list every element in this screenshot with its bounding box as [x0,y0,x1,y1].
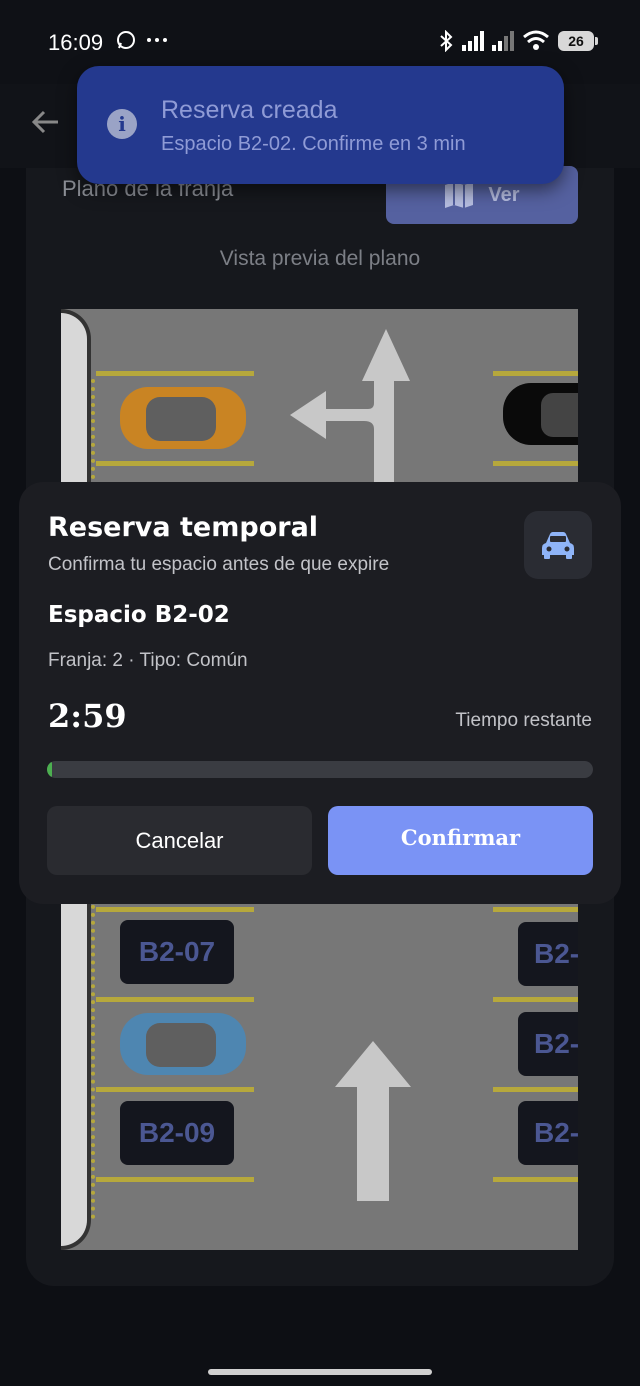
confirm-button[interactable]: Confirmar [328,806,593,875]
spot-label-right-2[interactable]: B2- [518,1012,578,1076]
spot-line [96,461,254,466]
spot-line [96,1087,254,1092]
timer-label: Tiempo restante [455,710,592,731]
spot-label-b2-07[interactable]: B2-07 [120,920,234,984]
straight-arrow-icon [335,1041,411,1201]
spot-line [96,907,254,912]
bluetooth-icon [440,30,453,52]
car-orange [120,387,246,449]
spot-line [96,371,254,376]
car-blue [120,1013,246,1075]
toast-title: Reserva creada [161,96,338,124]
car-badge [524,511,592,579]
signal-icon-2 [492,31,514,51]
countdown-progress [47,761,593,778]
more-icon [147,38,167,42]
spot-meta: Franja: 2 · Tipo: Común [48,650,248,671]
spot-line [96,1177,254,1182]
whatsapp-icon [117,31,135,49]
countdown-timer: 2:59 [48,697,127,735]
sheet-subtitle: Confirma tu espacio antes de que expire [48,554,390,575]
progress-fill [47,761,53,778]
wifi-icon [523,30,549,50]
home-indicator[interactable] [208,1369,432,1375]
status-notification-icons [116,30,168,50]
reservation-toast[interactable]: i Reserva creada Espacio B2-02. Confirme… [77,66,564,184]
info-icon: i [107,109,137,139]
toast-subtitle: Espacio B2-02. Confirme en 3 min [161,133,466,155]
battery-icon: 26 [558,31,598,51]
spot-line [493,1087,578,1092]
preview-label: Vista previa del plano [219,247,421,270]
reservation-sheet: Reserva temporal Confirma tu espacio ant… [19,482,621,904]
spot-line [96,997,254,1002]
curb-dots-lower [91,889,97,1219]
spot-label-right-1[interactable]: B2- [518,922,578,986]
turn-arrow-icon [290,329,410,499]
signal-icon [462,31,484,51]
spot-line [493,461,578,466]
spot-label-b2-09[interactable]: B2-09 [120,1101,234,1165]
spot-label-right-3[interactable]: B2- [518,1101,578,1165]
car-icon [542,532,574,559]
spot-title: Espacio B2-02 [48,602,230,628]
status-system-icons: 26 [438,30,598,52]
map-icon [445,182,474,208]
spot-line [493,907,578,912]
sheet-title: Reserva temporal [48,512,319,543]
spot-line [493,997,578,1002]
cancel-button[interactable]: Cancelar [47,806,312,875]
view-plan-label: Ver [488,183,520,206]
car-black [503,383,578,445]
back-arrow-icon[interactable] [30,106,62,138]
status-time: 16:09 [48,30,104,55]
spot-line [493,1177,578,1182]
